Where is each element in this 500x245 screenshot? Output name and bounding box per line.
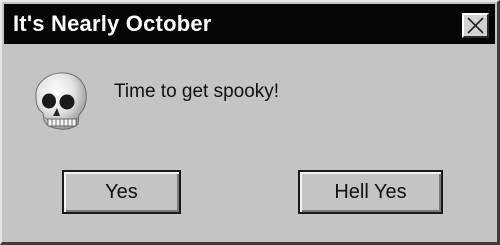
title-bar[interactable]: It's Nearly October — [4, 4, 495, 44]
close-button[interactable] — [462, 13, 489, 38]
hell-yes-button[interactable]: Hell Yes — [298, 170, 443, 214]
yes-button[interactable]: Yes — [62, 170, 181, 214]
hell-yes-button-label: Hell Yes — [334, 180, 407, 203]
yes-button-label: Yes — [105, 180, 138, 203]
close-icon — [467, 17, 484, 34]
dialog-window: It's Nearly October Time to get spooky! … — [0, 0, 500, 245]
dialog-message: Time to get spooky! — [114, 81, 280, 102]
window-title: It's Nearly October — [13, 11, 212, 36]
skull-icon — [24, 68, 94, 138]
